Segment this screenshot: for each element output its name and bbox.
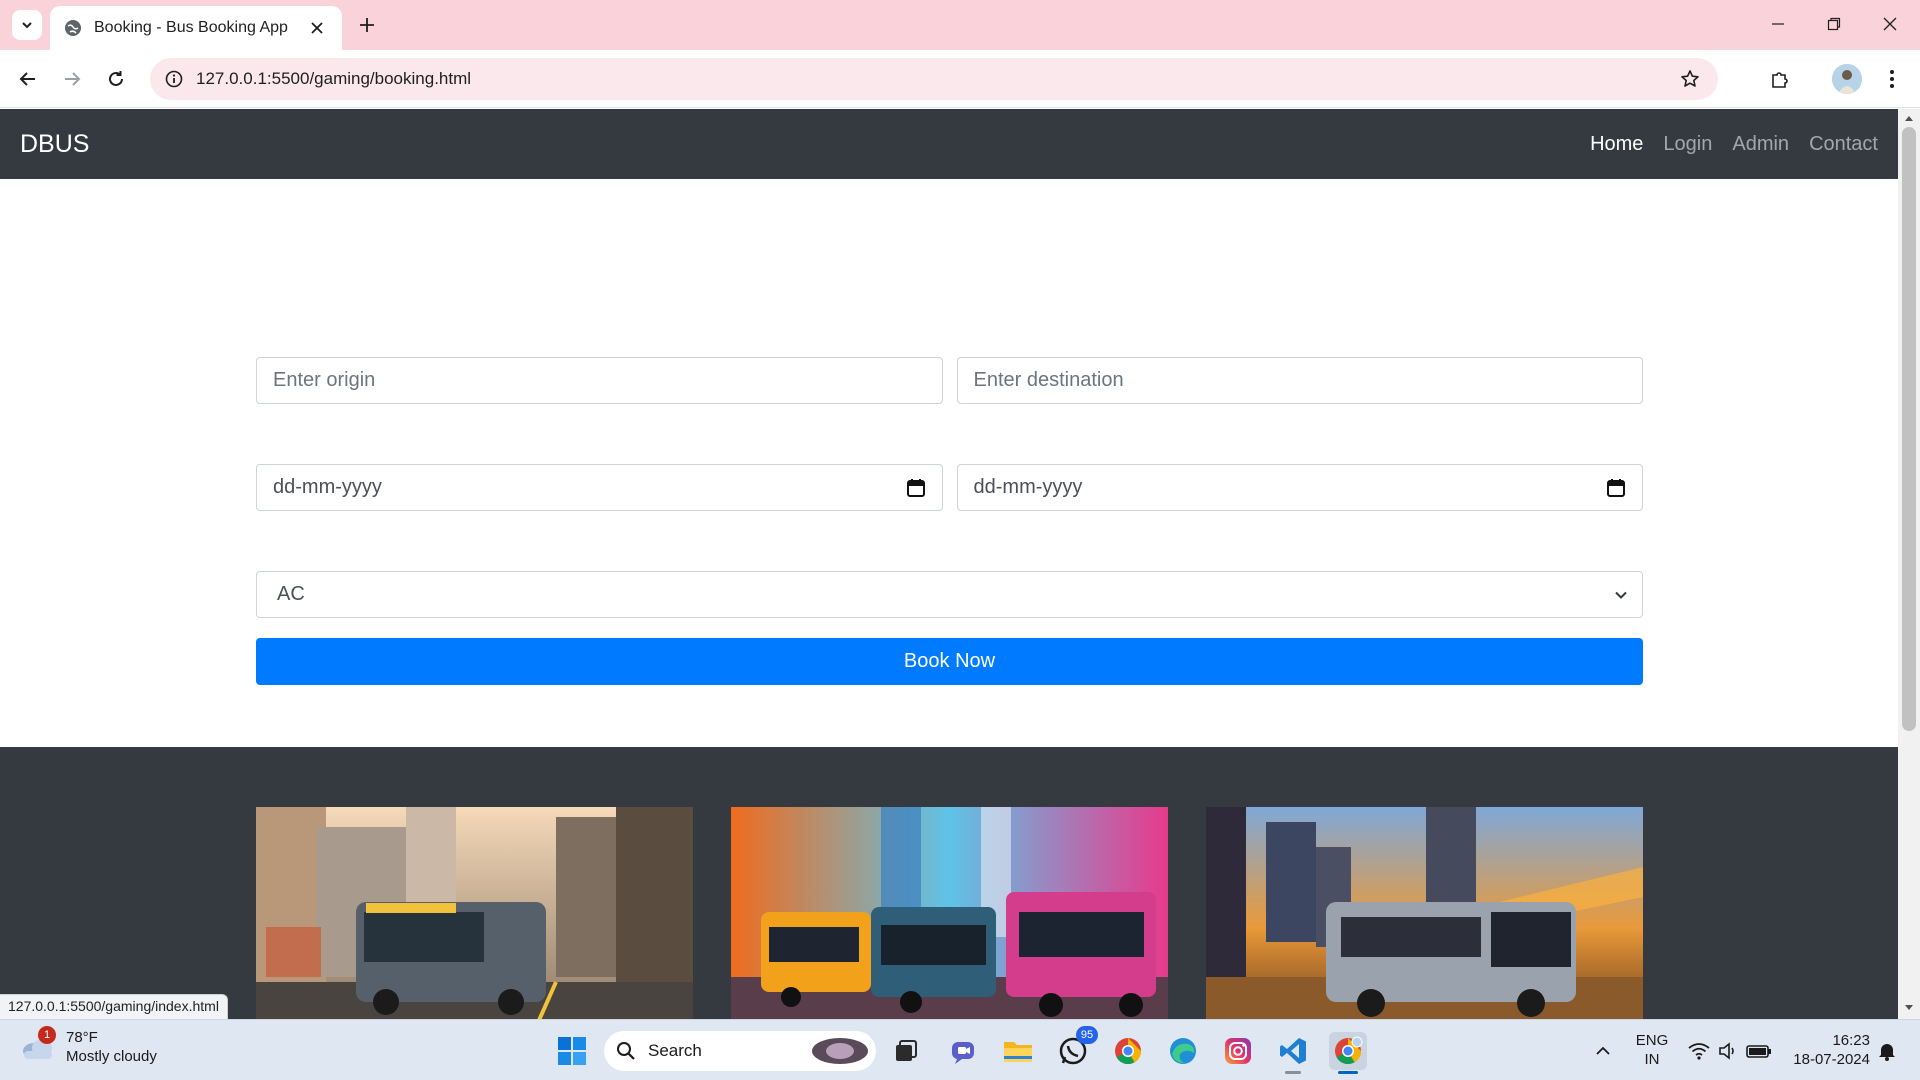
brand-logo[interactable]: DBUS	[20, 130, 89, 159]
teams-chat-icon[interactable]	[944, 1032, 982, 1070]
browser-tab-bar: Booking - Bus Booking App	[0, 0, 1920, 50]
browser-menu-button[interactable]	[1874, 61, 1910, 97]
file-explorer-icon[interactable]	[999, 1032, 1037, 1070]
puzzle-icon	[1772, 72, 1788, 88]
arrow-right-icon	[65, 72, 81, 86]
restore-button[interactable]	[1806, 4, 1862, 44]
scroll-down-icon[interactable]	[1904, 1003, 1914, 1013]
vscode-icon[interactable]	[1274, 1032, 1312, 1070]
bookmark-star-icon[interactable]	[1670, 58, 1710, 100]
forward-button[interactable]	[54, 61, 90, 97]
profile-avatar[interactable]	[1832, 64, 1862, 94]
browser-toolbar: 127.0.0.1:5500/gaming/booking.html	[0, 50, 1920, 108]
scroll-up-icon[interactable]	[1904, 113, 1914, 123]
windows-taskbar: 1 78°F Mostly cloudy Search 95 ENG IN 16…	[0, 1019, 1920, 1080]
bus-type-value: AC	[277, 583, 305, 605]
bus-image-neon-city	[731, 807, 1168, 1019]
site-navbar: DBUS Home Login Admin Contact	[0, 109, 1898, 179]
plus-icon	[360, 18, 374, 32]
tab-search-button[interactable]	[12, 10, 42, 40]
page-scrollbar[interactable]	[1898, 109, 1920, 1019]
clock-date: 18-07-2024	[1793, 1051, 1870, 1068]
clock[interactable]: 16:23 18-07-2024	[1784, 1031, 1870, 1069]
bus-image-city-street	[256, 807, 693, 1019]
notification-bell-icon[interactable]	[1872, 1032, 1902, 1070]
windows-start-icon[interactable]	[553, 1032, 591, 1070]
weather-widget[interactable]: 1 78°F Mostly cloudy	[20, 1026, 157, 1066]
book-now-button[interactable]: Book Now	[256, 638, 1643, 685]
temperature: 78°F	[66, 1029, 98, 1046]
new-tab-button[interactable]	[352, 10, 382, 40]
language-code: ENG	[1635, 1032, 1669, 1049]
close-tab-icon[interactable]	[306, 17, 328, 39]
search-label: Search	[648, 1041, 702, 1060]
nav-login[interactable]: Login	[1663, 133, 1712, 156]
nav-home[interactable]: Home	[1590, 133, 1643, 156]
system-tray-status[interactable]	[1680, 1032, 1780, 1070]
chevron-down-icon	[1615, 591, 1627, 599]
minimize-icon	[1772, 23, 1784, 25]
bus-type-select[interactable]: AC	[256, 571, 1643, 618]
arrow-left-icon	[19, 72, 35, 86]
scrollbar-thumb[interactable]	[1902, 127, 1916, 731]
nav-contact[interactable]: Contact	[1809, 133, 1878, 156]
departure-date-input[interactable]: dd-mm-yyyy	[256, 464, 943, 511]
nav-links: Home Login Admin Contact	[1590, 133, 1878, 156]
calendar-icon[interactable]	[906, 478, 926, 498]
page-viewport: DBUS Home Login Admin Contact Enter orig…	[0, 109, 1898, 1019]
return-date-input[interactable]: dd-mm-yyyy	[956, 464, 1643, 511]
calendar-icon[interactable]	[1606, 478, 1626, 498]
chrome-icon[interactable]	[1109, 1032, 1147, 1070]
departure-date-placeholder: dd-mm-yyyy	[273, 476, 382, 498]
weather-condition: Mostly cloudy	[66, 1048, 157, 1065]
status-bar-url: 127.0.0.1:5500/gaming/index.html	[0, 994, 228, 1020]
minimize-button[interactable]	[1750, 4, 1806, 44]
edge-icon[interactable]	[1164, 1032, 1202, 1070]
extensions-button[interactable]	[1762, 61, 1798, 97]
weather-alert-badge: 1	[38, 1026, 56, 1044]
reload-icon	[109, 71, 123, 86]
bus-image-sunset-street	[1206, 807, 1643, 1019]
globe-icon	[64, 19, 82, 37]
more-vertical-icon	[1890, 70, 1894, 88]
close-icon	[1883, 17, 1897, 31]
address-bar[interactable]: 127.0.0.1:5500/gaming/booking.html	[150, 58, 1718, 100]
close-window-button[interactable]	[1862, 4, 1918, 44]
tab-title: Booking - Bus Booking App	[94, 19, 288, 36]
taskbar-search[interactable]: Search	[604, 1031, 876, 1071]
vscode-running-indicator	[1285, 1071, 1301, 1074]
back-button[interactable]	[10, 61, 46, 97]
destination-input[interactable]: Enter destination	[956, 357, 1643, 404]
chrome-active-indicator	[1338, 1071, 1358, 1074]
booking-form: Enter origin Enter destination dd-mm-yyy…	[256, 357, 1643, 685]
origin-input[interactable]: Enter origin	[256, 357, 943, 404]
nav-admin[interactable]: Admin	[1732, 133, 1789, 156]
chrome-profile-icon[interactable]	[1329, 1032, 1367, 1070]
return-date-placeholder: dd-mm-yyyy	[973, 476, 1083, 498]
language-indicator[interactable]: ENG IN	[1630, 1031, 1674, 1069]
gallery-section	[0, 747, 1898, 1019]
show-hidden-icons-chevron-up-icon[interactable]	[1583, 1032, 1623, 1070]
restore-icon	[1827, 17, 1841, 31]
site-info-icon[interactable]	[154, 58, 194, 100]
instagram-icon[interactable]	[1219, 1032, 1257, 1070]
task-view-icon[interactable]	[887, 1032, 925, 1070]
volume-icon	[1719, 1042, 1734, 1060]
search-highlight-icon	[812, 1038, 868, 1064]
reload-button[interactable]	[98, 61, 134, 97]
wifi-icon	[1688, 1043, 1710, 1060]
clock-time: 16:23	[1832, 1032, 1870, 1049]
chevron-down-icon	[22, 22, 32, 29]
url-text: 127.0.0.1:5500/gaming/booking.html	[196, 69, 472, 88]
battery-icon	[1746, 1045, 1771, 1058]
browser-tab[interactable]: Booking - Bus Booking App	[50, 6, 342, 50]
whatsapp-unread-badge: 95	[1076, 1026, 1098, 1044]
whatsapp-icon[interactable]: 95	[1054, 1026, 1098, 1070]
search-icon	[617, 1042, 635, 1060]
region-code: IN	[1644, 1051, 1660, 1068]
